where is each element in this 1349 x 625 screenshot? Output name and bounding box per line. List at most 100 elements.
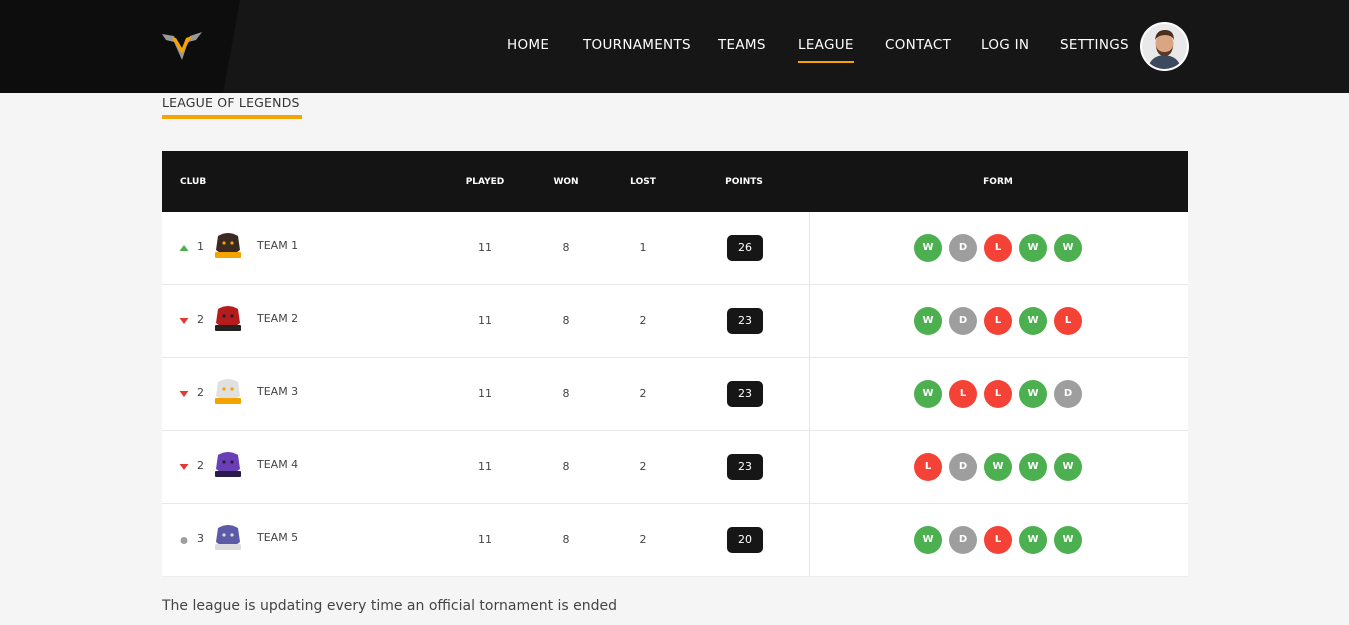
form-badge: W: [1019, 453, 1047, 481]
table-row[interactable]: 1 TEAM 1 11 8 1 26 WDLWW: [162, 212, 1188, 285]
won-value: 8: [562, 241, 570, 254]
trend-down-icon: [179, 318, 189, 324]
form-badge: W: [1019, 234, 1047, 262]
nav-login[interactable]: LOG IN: [981, 37, 1029, 53]
nav-home[interactable]: HOME: [507, 37, 549, 53]
panthers-logo-icon: [215, 233, 241, 258]
table-header: CLUB PLAYED WON LOST POINTS FORM: [162, 151, 1188, 212]
played-value: 11: [478, 241, 492, 254]
form-badge: L: [1054, 307, 1082, 335]
lost-value: 2: [639, 533, 647, 546]
trend-same-icon: [180, 537, 188, 544]
header-form: FORM: [983, 177, 1013, 187]
form-badge: L: [914, 453, 942, 481]
points-badge: 23: [727, 454, 763, 480]
header-points: POINTS: [725, 177, 763, 187]
eagles-logo-icon: [215, 379, 241, 404]
section-underline: [162, 115, 302, 119]
header-club: CLUB: [180, 177, 207, 187]
column-divider: [809, 212, 810, 284]
user-avatar[interactable]: [1142, 24, 1187, 69]
header-played: PLAYED: [465, 177, 505, 187]
form-badge: D: [949, 307, 977, 335]
league-update-note: The league is updating every time an off…: [162, 598, 618, 614]
section-title: LEAGUE OF LEGENDS: [162, 95, 300, 110]
played-value: 11: [478, 387, 492, 400]
played-value: 11: [478, 533, 492, 546]
table-row[interactable]: 2 TEAM 3 11 8 2 23 WLLWD: [162, 358, 1188, 431]
won-value: 8: [562, 533, 570, 546]
league-table: CLUB PLAYED WON LOST POINTS FORM 1 TEAM …: [162, 151, 1188, 577]
column-divider: [809, 504, 810, 576]
form-badge: W: [914, 234, 942, 262]
form-badge: D: [1054, 380, 1082, 408]
played-value: 11: [478, 314, 492, 327]
form-badge: L: [984, 380, 1012, 408]
table-body: 1 TEAM 1 11 8 1 26 WDLWW 2 TEAM 2 11 8 2…: [162, 212, 1188, 577]
form-badge: L: [984, 526, 1012, 554]
header-won: WON: [553, 177, 579, 187]
form-badge: D: [949, 453, 977, 481]
nav-tournaments[interactable]: TOURNAMENTS: [583, 37, 691, 53]
trend-down-icon: [179, 391, 189, 397]
form-badge: L: [984, 307, 1012, 335]
form-badge: W: [1054, 526, 1082, 554]
column-divider: [809, 431, 810, 503]
form-group: WDLWW: [914, 526, 1082, 554]
form-badge: W: [1019, 380, 1047, 408]
form-badge: W: [914, 380, 942, 408]
trend-up-icon: [179, 245, 189, 251]
nav-league[interactable]: LEAGUE: [798, 37, 854, 63]
form-badge: W: [914, 307, 942, 335]
table-row[interactable]: 2 TEAM 4 11 8 2 23 LDWWW: [162, 431, 1188, 504]
vikings-logo-icon: [215, 306, 241, 331]
team-name[interactable]: TEAM 5: [257, 531, 298, 544]
form-badge: W: [1054, 234, 1082, 262]
nav-contact[interactable]: CONTACT: [885, 37, 951, 53]
form-badge: W: [1054, 453, 1082, 481]
points-badge: 23: [727, 308, 763, 334]
form-badge: L: [984, 234, 1012, 262]
team-name[interactable]: TEAM 2: [257, 312, 298, 325]
form-badge: W: [914, 526, 942, 554]
header-lost: LOST: [630, 177, 656, 187]
lost-value: 2: [639, 460, 647, 473]
table-row[interactable]: 3 TEAM 5 11 8 2 20 WDLWW: [162, 504, 1188, 577]
table-row[interactable]: 2 TEAM 2 11 8 2 23 WDLWL: [162, 285, 1188, 358]
form-group: WLLWD: [914, 380, 1082, 408]
rank-change: 2: [197, 386, 204, 399]
nav-teams[interactable]: TEAMS: [718, 37, 766, 53]
lost-value: 2: [639, 314, 647, 327]
points-badge: 20: [727, 527, 763, 553]
rank-change: 1: [197, 240, 204, 253]
avatar-portrait-icon: [1142, 24, 1187, 69]
won-value: 8: [562, 387, 570, 400]
form-badge: L: [949, 380, 977, 408]
form-badge: W: [1019, 526, 1047, 554]
rank-change: 2: [197, 459, 204, 472]
rank-change: 2: [197, 313, 204, 326]
team-name[interactable]: TEAM 1: [257, 239, 298, 252]
form-group: WDLWW: [914, 234, 1082, 262]
points-badge: 23: [727, 381, 763, 407]
form-group: LDWWW: [914, 453, 1082, 481]
top-navbar: HOME TOURNAMENTS TEAMS LEAGUE CONTACT LO…: [0, 0, 1349, 93]
trend-down-icon: [179, 464, 189, 470]
reapers-logo-icon: [215, 452, 241, 477]
lost-value: 1: [639, 241, 647, 254]
form-badge: W: [984, 453, 1012, 481]
team-name[interactable]: TEAM 3: [257, 385, 298, 398]
unicorns-logo-icon: [215, 525, 241, 550]
form-badge: D: [949, 526, 977, 554]
form-badge: D: [949, 234, 977, 262]
won-value: 8: [562, 314, 570, 327]
nav-settings[interactable]: SETTINGS: [1060, 37, 1129, 53]
won-value: 8: [562, 460, 570, 473]
lost-value: 2: [639, 387, 647, 400]
form-group: WDLWL: [914, 307, 1082, 335]
played-value: 11: [478, 460, 492, 473]
points-badge: 26: [727, 235, 763, 261]
team-name[interactable]: TEAM 4: [257, 458, 298, 471]
column-divider: [809, 285, 810, 357]
column-divider: [809, 358, 810, 430]
